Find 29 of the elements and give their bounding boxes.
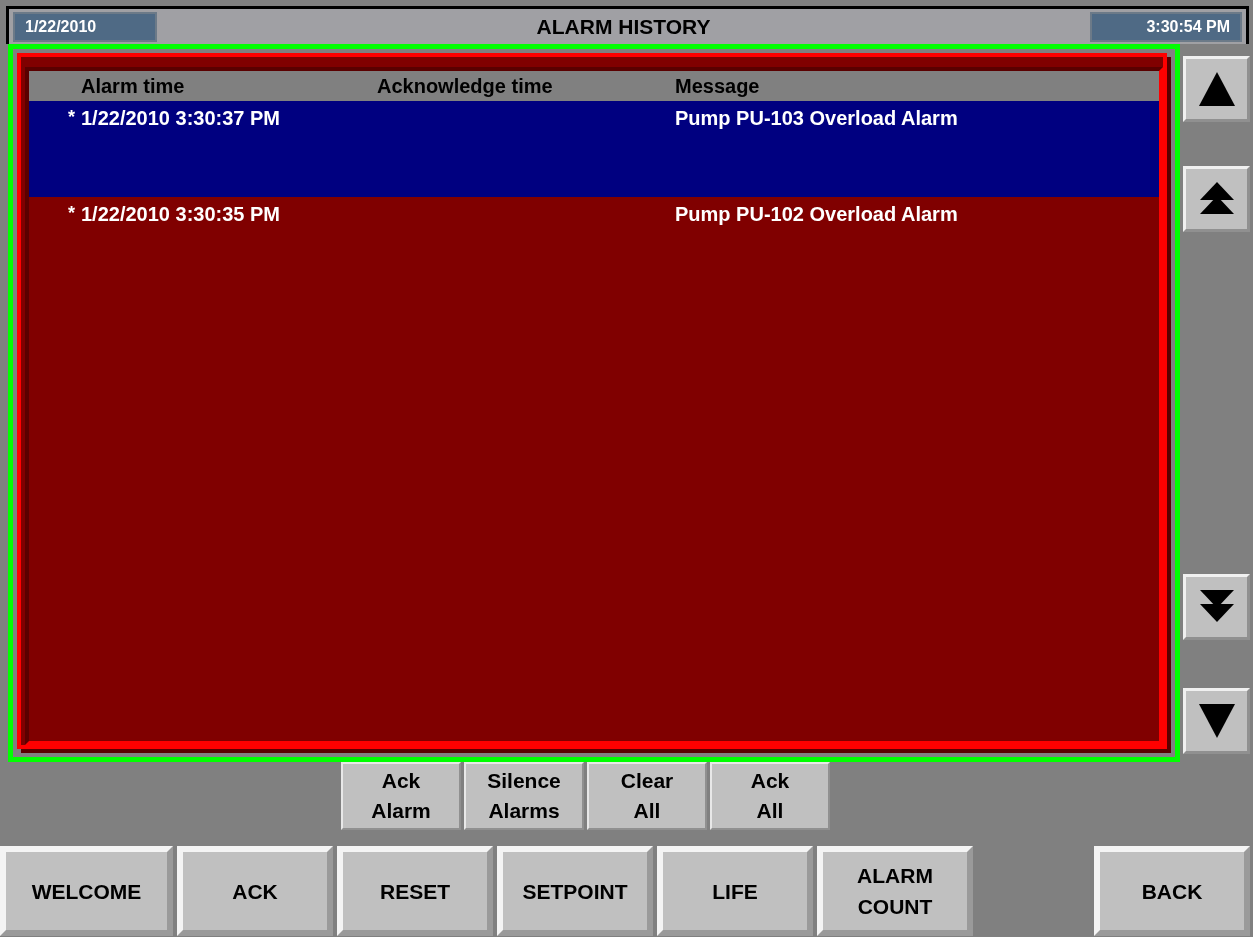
table-cell-text: Pump PU-103 Overload Alarm (675, 107, 959, 130)
alarm-action-button[interactable]: Ack All (710, 762, 830, 830)
date-display: 1/22/2010 (13, 11, 157, 42)
nav-button[interactable]: BACK (1094, 846, 1250, 936)
down-button[interactable] (1183, 688, 1250, 754)
page-down-button[interactable] (1183, 574, 1250, 640)
screen-title: ALARM HISTORY (535, 14, 712, 39)
up-button[interactable] (1183, 56, 1250, 122)
nav-button[interactable]: SETPOINT (497, 846, 653, 936)
table-cell-text: 1/22/2010 3:30:37 PM (81, 107, 282, 130)
column-header: Message (675, 74, 761, 98)
unacknowledged-marker: * (67, 107, 76, 128)
nav-button[interactable]: LIFE (657, 846, 813, 936)
nav-button[interactable]: ALARM COUNT (817, 846, 973, 936)
column-header: Alarm time (81, 74, 186, 98)
alarm-action-button[interactable]: Ack Alarm (341, 762, 461, 830)
unacknowledged-marker: * (67, 203, 76, 224)
alarm-action-button[interactable]: Clear All (587, 762, 707, 830)
page-up-button[interactable] (1183, 166, 1250, 232)
time-display: 3:30:54 PM (1090, 11, 1242, 42)
table-cell-text: Pump PU-102 Overload Alarm (675, 203, 959, 226)
alarm-action-button[interactable]: Silence Alarms (464, 762, 584, 830)
table-cell-text: 1/22/2010 3:30:35 PM (81, 203, 282, 226)
nav-button[interactable]: WELCOME (0, 846, 173, 936)
nav-button[interactable]: RESET (337, 846, 493, 936)
alarm-row[interactable]: * 1/22/2010 3:30:37 PM Pump PU-103 Overload Alarm (29, 101, 1159, 197)
nav-button[interactable]: ACK (177, 846, 333, 936)
column-header: Acknowledge time (377, 74, 554, 98)
alarm-row[interactable]: * 1/22/2010 3:30:35 PM Pump PU-102 Overload Alarm (29, 197, 1159, 293)
